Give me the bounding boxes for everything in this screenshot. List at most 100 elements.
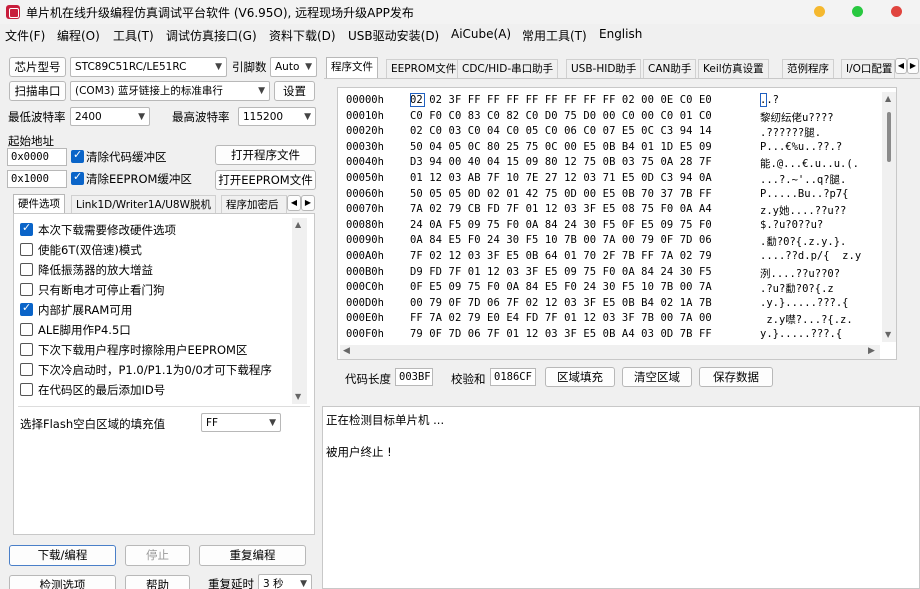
open-eeprom-file-button[interactable]: 打开EEPROM文件 [215, 170, 316, 190]
tab-keil-settings[interactable]: Keil仿真设置 [698, 59, 769, 78]
menu-bar: 文件(F) 编程(O) 工具(T) 调试仿真接口(G) 资料下载(D) USB驱… [0, 25, 920, 47]
menu-debug-interface[interactable]: 调试仿真接口(G) [166, 27, 257, 44]
scroll-down-icon: ▼ [295, 392, 302, 401]
hardware-option-checkbox[interactable] [20, 263, 33, 276]
tab-io-config[interactable]: I/O口配置 [841, 59, 895, 78]
hardware-option-checkbox[interactable] [20, 323, 33, 336]
hex-editor[interactable]: 00000h 02 02 3F FF FF FF FF FF FF FF FF 0… [337, 87, 897, 360]
menu-program[interactable]: 编程(O) [57, 27, 100, 44]
hex-ascii: y.}.....???.{ [760, 328, 843, 340]
fill-value-select[interactable]: FF ▼ [201, 413, 281, 432]
right-tab-scroll-right-button[interactable]: ▶ [907, 58, 919, 74]
tab-can-assistant[interactable]: CAN助手 [643, 59, 697, 78]
download-program-button[interactable]: 下载/编程 [9, 545, 116, 566]
clear-eeprom-buffer-checkbox[interactable] [71, 170, 84, 185]
tab-encryption[interactable]: 程序加密后 [221, 195, 287, 214]
save-data-button[interactable]: 保存数据 [699, 367, 773, 387]
hardware-option-checkbox[interactable] [20, 383, 33, 396]
tab-eeprom-file[interactable]: EEPROM文件 [386, 59, 462, 78]
hex-bytes: 7A 02 79 CB FD 7F 01 12 03 3F E5 08 75 F… [410, 203, 712, 216]
port-select[interactable]: (COM3) 蓝牙链接上的标准串行 ▼ [70, 81, 270, 101]
tab-scroll-left-button[interactable]: ◀ [287, 195, 301, 211]
hex-ascii: .??????腿. [760, 127, 822, 140]
scan-port-button[interactable]: 扫描串口 [9, 81, 66, 101]
menu-usb-driver[interactable]: USB驱动安装(D) [348, 27, 439, 44]
min-baud-value: 2400 [75, 111, 102, 123]
chevron-down-icon: ▼ [138, 112, 145, 122]
eeprom-start-address-input[interactable]: 0x1000 [7, 170, 67, 188]
chevron-down-icon: ▼ [258, 86, 265, 96]
hardware-option-checkbox[interactable] [20, 343, 33, 356]
max-baud-select[interactable]: 115200 ▼ [238, 107, 316, 126]
min-baud-select[interactable]: 2400 ▼ [70, 107, 150, 126]
fill-region-button[interactable]: 区域填充 [545, 367, 615, 387]
log-line: 正在检测目标单片机 ... [326, 413, 445, 427]
menu-downloads[interactable]: 资料下载(D) [269, 27, 336, 44]
tab-program-file[interactable]: 程序文件 [326, 57, 378, 78]
repeat-program-button[interactable]: 重复编程 [199, 545, 306, 566]
code-start-address-input[interactable]: 0x0000 [7, 148, 67, 166]
minimize-button[interactable] [814, 6, 825, 17]
help-button[interactable]: 帮助 [125, 575, 190, 589]
chip-type-select[interactable]: STC89C51RC/LE51RC ▼ [70, 57, 227, 77]
tab-hardware-options[interactable]: 硬件选项 [13, 194, 65, 214]
scroll-down-icon: ▼ [885, 330, 892, 339]
clear-code-buffer-checkbox[interactable] [71, 148, 84, 163]
detect-options-button[interactable]: 检测选项 [9, 575, 116, 589]
menu-common-tools[interactable]: 常用工具(T) [522, 27, 587, 44]
menu-tools[interactable]: 工具(T) [113, 27, 154, 44]
tab-offline-programmer[interactable]: Link1D/Writer1A/U8W脱机 [71, 195, 216, 214]
code-length-value: 003BF [395, 368, 433, 386]
scroll-up-icon: ▲ [885, 94, 892, 103]
hardware-option-label: 本次下载需要修改硬件选项 [38, 223, 176, 237]
scroll-thumb[interactable] [887, 112, 891, 162]
hex-ascii: .勫?0?{.z.y.}. [760, 236, 847, 249]
hardware-option-checkbox[interactable] [20, 221, 33, 236]
hex-address: 00080h [346, 218, 384, 231]
repeat-delay-value: 3 秒 [263, 578, 284, 589]
pin-count-select[interactable]: Auto ▼ [270, 57, 317, 77]
maximize-button[interactable] [852, 6, 863, 17]
menu-aicube[interactable]: AiCube(A) [451, 27, 511, 41]
max-baud-value: 115200 [243, 111, 284, 123]
menu-file[interactable]: 文件(F) [5, 27, 45, 44]
hex-bytes: 01 12 03 AB 7F 10 7E 27 12 03 71 E5 0D C… [410, 172, 712, 184]
tab-usb-hid-assistant[interactable]: USB-HID助手 [566, 59, 642, 78]
hex-bytes: 50 05 05 0D 02 01 42 75 0D 00 E5 0B 70 3… [410, 187, 712, 200]
chip-type-value: STC89C51RC/LE51RC [75, 61, 187, 73]
log-line: 被用户终止 ! [326, 445, 392, 459]
chip-type-button[interactable]: 芯片型号 [9, 57, 66, 77]
tab-examples[interactable]: 范例程序 [782, 59, 834, 78]
chevron-down-icon: ▼ [269, 418, 276, 428]
close-button[interactable] [891, 6, 902, 17]
clear-region-button[interactable]: 清空区域 [622, 367, 692, 387]
hex-bytes: 24 0A F5 09 75 F0 0A 84 24 30 F5 0F E5 0… [410, 218, 712, 231]
hex-address: 000F0h [346, 328, 384, 340]
hardware-option-checkbox[interactable] [20, 243, 33, 256]
tab-serial-assistant[interactable]: CDC/HID-串口助手 [457, 59, 559, 78]
right-tab-scroll-left-button[interactable]: ◀ [895, 58, 907, 74]
repeat-delay-select[interactable]: 3 秒 ▼ [258, 574, 312, 589]
hex-ascii: 洌....??u??0? [760, 267, 841, 280]
hardware-option-label: 下次冷启动时，P1.0/P1.1为0/0才可下载程序 [38, 363, 272, 377]
settings-button[interactable]: 设置 [274, 81, 315, 101]
options-scrollbar[interactable]: ▲ ▼ [292, 218, 307, 404]
hardware-options-panel: 本次下载需要修改硬件选项使能6T(双倍速)模式降低振荡器的放大增益只有断电才可停… [13, 213, 315, 535]
stop-button[interactable]: 停止 [125, 545, 190, 566]
hardware-option-checkbox[interactable] [20, 283, 33, 296]
open-program-file-button[interactable]: 打开程序文件 [215, 145, 316, 165]
hex-vertical-scrollbar[interactable]: ▲ ▼ [882, 92, 896, 342]
hex-address: 00070h [346, 203, 384, 216]
tab-divider [324, 78, 920, 79]
log-output[interactable]: 正在检测目标单片机 ... 被用户终止 ! [322, 406, 920, 589]
hardware-option-checkbox[interactable] [20, 301, 33, 316]
divider [18, 406, 310, 407]
hex-horizontal-scrollbar[interactable]: ◀ ▶ [340, 345, 880, 359]
hex-ascii: 黎纫纭佬u???? [760, 111, 834, 124]
scroll-right-icon: ▶ [868, 346, 875, 356]
chevron-down-icon: ▼ [215, 62, 222, 72]
menu-english[interactable]: English [599, 27, 642, 41]
hardware-option-checkbox[interactable] [20, 363, 33, 376]
hardware-option-label: ALE脚用作P4.5口 [38, 323, 131, 337]
tab-scroll-right-button[interactable]: ▶ [301, 195, 315, 211]
